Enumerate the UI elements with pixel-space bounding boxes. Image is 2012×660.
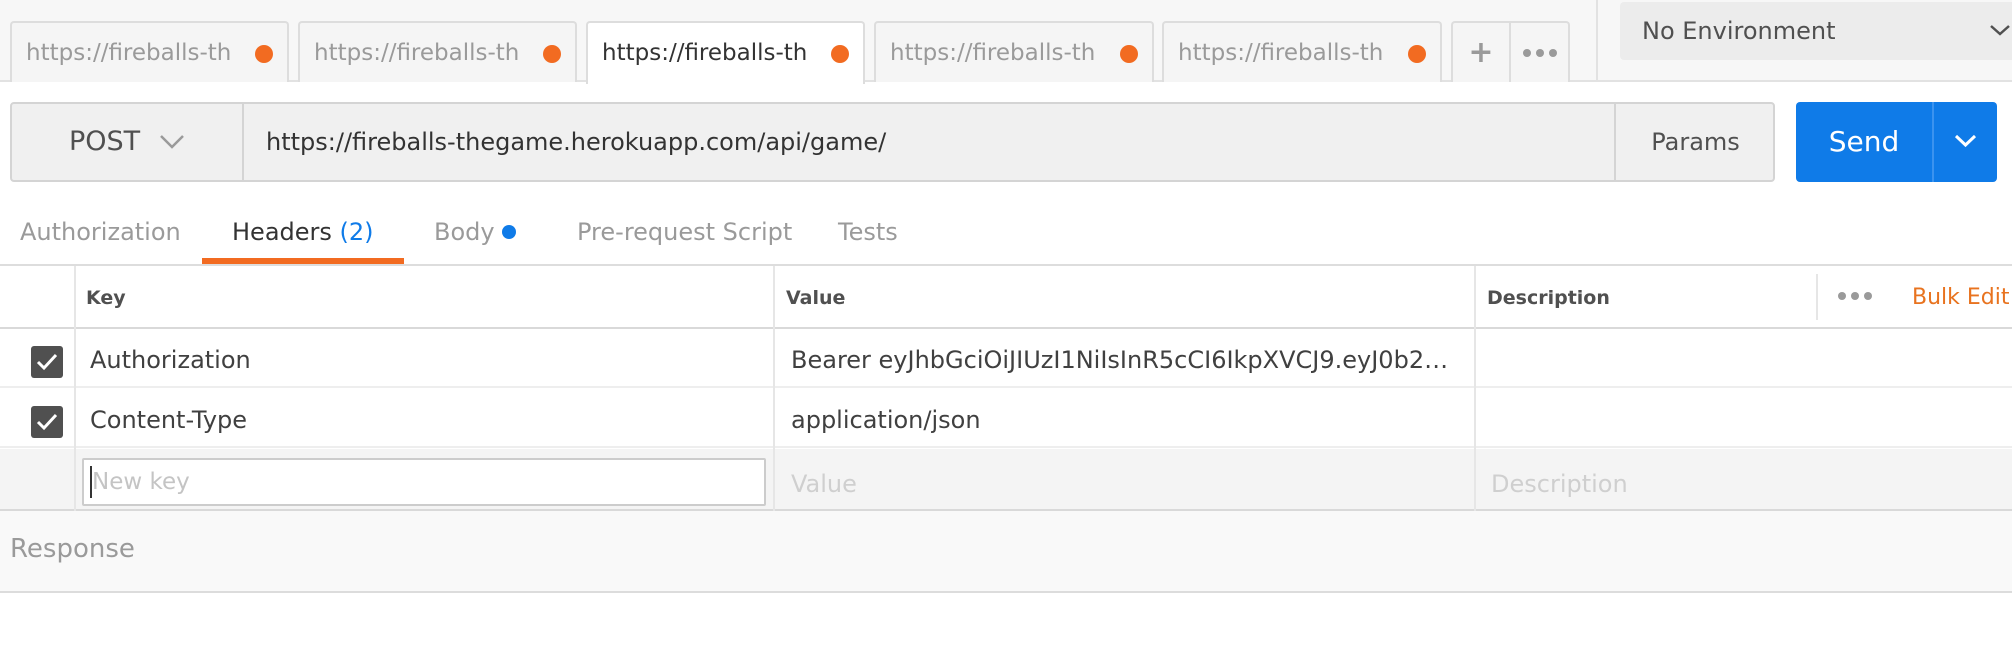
column-header-key: Key: [86, 287, 126, 309]
column-divider: [773, 266, 775, 511]
column-header-value: Value: [786, 287, 846, 309]
new-tab-button[interactable]: +: [1451, 21, 1511, 82]
environment-label: No Environment: [1642, 17, 1836, 45]
tab-title: https://fireballs-thegame.herokuapp.com/…: [314, 40, 519, 66]
check-icon: [36, 353, 58, 371]
unsaved-dot-icon: [1120, 45, 1138, 63]
method-select[interactable]: POST: [12, 104, 244, 180]
tab-title: https://fireballs-thegame.herokuapp.com/…: [1178, 40, 1383, 66]
request-tab[interactable]: https://fireballs-thegame.herokuapp.com/…: [874, 21, 1154, 82]
table-header-row: Key Value Description Bulk Edit: [0, 266, 2012, 329]
text-cursor: [90, 466, 92, 498]
body-modified-dot-icon: [502, 225, 516, 239]
column-divider: [1474, 266, 1476, 511]
column-divider: [74, 266, 76, 511]
url-input[interactable]: https://fireballs-thegame.herokuapp.com/…: [266, 127, 886, 157]
request-tab[interactable]: https://fireballs-thegame.herokuapp.com/…: [1162, 21, 1442, 82]
tab-title: https://fireballs-thegame.herokuapp.com/…: [602, 40, 807, 66]
chevron-down-icon: [1954, 134, 1977, 148]
request-bar: POST https://fireballs-thegame.herokuapp…: [10, 102, 1775, 182]
more-horizontal-icon: [1522, 48, 1557, 57]
response-label: Response: [10, 534, 135, 564]
unsaved-dot-icon: [1408, 45, 1426, 63]
request-tab-active[interactable]: https://fireballs-thegame.herokuapp.com/…: [586, 21, 865, 84]
bulk-edit-link[interactable]: Bulk Edit: [1912, 285, 2010, 311]
unsaved-dot-icon: [543, 45, 561, 63]
row-enabled-checkbox[interactable]: [31, 406, 63, 438]
tab-body[interactable]: Body: [434, 217, 495, 247]
response-panel: Response: [0, 511, 2012, 593]
header-value-cell[interactable]: Bearer eyJhbGciOiJIUzI1NiIsInR5cCI6IkpXV…: [791, 345, 1457, 375]
new-header-row: Value Description: [0, 449, 2012, 511]
tab-headers[interactable]: Headers (2): [232, 217, 374, 247]
send-button-group: Send: [1796, 102, 1997, 182]
new-key-input[interactable]: [82, 458, 766, 506]
unsaved-dot-icon: [831, 45, 849, 63]
params-button[interactable]: Params: [1614, 104, 1775, 180]
header-value-cell[interactable]: application/json: [791, 405, 1457, 435]
send-options-button[interactable]: [1934, 102, 1997, 182]
column-header-description: Description: [1487, 287, 1610, 309]
tab-headers-label: Headers: [232, 218, 332, 246]
row-enabled-checkbox[interactable]: [31, 346, 63, 378]
plus-icon: +: [1468, 35, 1494, 70]
header-key-cell[interactable]: Authorization: [90, 345, 770, 375]
tab-title: https://fireballs-thegame.herokuapp.com/…: [26, 40, 231, 66]
tab-tests[interactable]: Tests: [838, 217, 898, 247]
check-icon: [36, 413, 58, 431]
column-divider: [1816, 274, 1818, 320]
header-key-cell[interactable]: Content-Type: [90, 405, 770, 435]
request-tab-strip: https://fireballs-thegame.herokuapp.com/…: [0, 0, 2012, 84]
send-button[interactable]: Send: [1796, 102, 1932, 182]
divider: [1596, 0, 1598, 82]
new-value-input[interactable]: Value: [791, 470, 857, 498]
table-row: Authorization Bearer eyJhbGciOiJIUzI1NiI…: [0, 330, 2012, 388]
headers-count-badge: (2): [339, 218, 374, 246]
more-horizontal-icon[interactable]: [1838, 292, 1872, 300]
chevron-down-icon: [160, 135, 184, 149]
tab-options-button[interactable]: [1510, 21, 1570, 82]
chevron-down-icon: [1990, 25, 2010, 36]
tab-title: https://fireballs-thegame.herokuapp.com/…: [890, 40, 1095, 66]
new-description-input[interactable]: Description: [1491, 470, 1628, 498]
method-label: POST: [69, 126, 141, 157]
active-tab-indicator: [202, 258, 404, 264]
unsaved-dot-icon: [255, 45, 273, 63]
request-section-tabs: Authorization Headers (2) Body Pre-reque…: [0, 200, 2012, 266]
environment-select[interactable]: No Environment: [1620, 2, 2012, 60]
table-row: Content-Type application/json: [0, 390, 2012, 448]
tab-authorization[interactable]: Authorization: [20, 217, 181, 247]
request-tab[interactable]: https://fireballs-thegame.herokuapp.com/…: [298, 21, 577, 82]
request-tab[interactable]: https://fireballs-thegame.herokuapp.com/…: [10, 21, 289, 82]
tab-pre-request-script[interactable]: Pre-request Script: [577, 217, 792, 247]
